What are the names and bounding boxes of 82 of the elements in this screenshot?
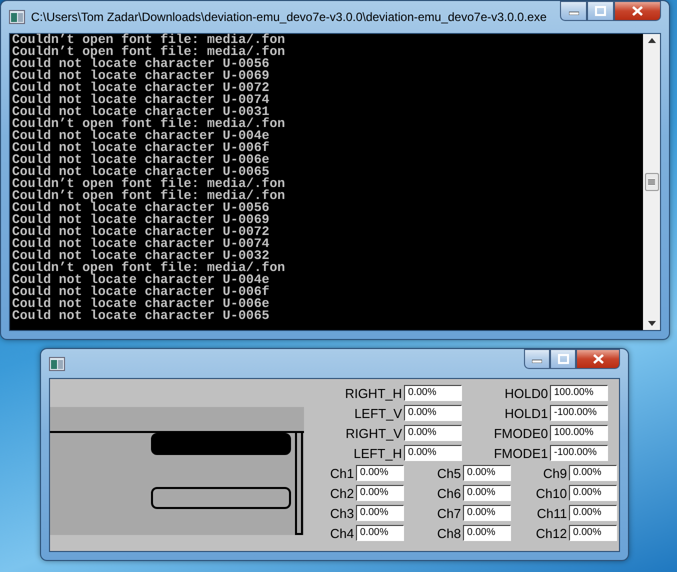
channel-label: LEFT_H (352, 446, 403, 460)
console-line: Could not locate character U-006e (12, 154, 270, 166)
value-field[interactable]: -100.00% (550, 405, 608, 421)
channel-label: Ch3 (329, 506, 355, 520)
value-field[interactable]: 0.00% (569, 525, 617, 541)
window-icon (49, 356, 65, 370)
channel-label: RIGHT_V (344, 426, 403, 440)
console-line: Couldn’t open font file: media/.fon (12, 34, 286, 46)
value-field[interactable]: 0.00% (463, 485, 511, 501)
value-field[interactable]: 0.00% (463, 525, 511, 541)
value-field[interactable]: 100.00% (550, 425, 608, 441)
console-line: Could not locate character U-0072 (12, 226, 270, 238)
window-icon (9, 10, 25, 24)
console-line: Couldn’t open font file: media/.fon (12, 262, 286, 274)
console-line: Could not locate character U-006f (12, 286, 270, 298)
console-line: Could not locate character U-004e (12, 274, 270, 286)
value-field[interactable]: 0.00% (463, 505, 511, 521)
value-field[interactable]: 0.00% (569, 465, 617, 481)
channel-label: Ch8 (436, 526, 462, 540)
maximize-button[interactable] (550, 349, 576, 369)
console-line: Could not locate character U-0072 (12, 82, 270, 94)
channel-label: LEFT_V (353, 406, 403, 420)
value-field[interactable]: 0.00% (356, 525, 404, 541)
close-button[interactable] (576, 349, 620, 369)
maximize-icon (558, 354, 568, 364)
channel-label: Ch9 (542, 466, 568, 480)
console-line: Could not locate character U-004e (12, 130, 270, 142)
console-line: Could not locate character U-0074 (12, 94, 270, 106)
minimize-button[interactable] (524, 349, 550, 369)
value-field[interactable]: 0.00% (404, 385, 462, 401)
value-field[interactable]: 0.00% (356, 465, 404, 481)
value-field[interactable]: -100.00% (550, 445, 608, 461)
channel-label: Ch12 (534, 526, 568, 540)
grip-icon (648, 178, 655, 186)
console-line: Could not locate character U-0069 (12, 214, 270, 226)
channel-label: Ch10 (534, 486, 568, 500)
channel-label: FMODE1 (492, 446, 549, 460)
console-line: Could not locate character U-006e (12, 298, 270, 310)
console-line: Could not locate character U-0069 (12, 70, 270, 82)
console-line: Could not locate character U-0056 (12, 202, 270, 214)
scroll-thumb[interactable] (644, 173, 658, 191)
value-field[interactable]: 0.00% (463, 465, 511, 481)
channel-label: Ch11 (536, 506, 568, 520)
channel-label: Ch6 (436, 486, 462, 500)
up-arrow-icon (648, 38, 656, 43)
value-field[interactable]: 100.00% (550, 385, 608, 401)
channel-label: Ch1 (329, 466, 355, 480)
maximize-icon (595, 6, 606, 16)
value-field[interactable]: 0.00% (404, 425, 462, 441)
close-icon (592, 354, 604, 364)
value-field[interactable]: 0.00% (569, 505, 617, 521)
console-line: Couldn’t open font file: media/.fon (12, 178, 286, 190)
channel-label: Ch2 (329, 486, 355, 500)
value-field[interactable]: 0.00% (356, 505, 404, 521)
channel-label: Ch4 (329, 526, 355, 540)
channel-label: Ch7 (436, 506, 462, 520)
console-line: Could not locate character U-0065 (12, 310, 270, 322)
channel-label: HOLD1 (504, 406, 549, 420)
channel-label: HOLD0 (504, 386, 549, 400)
console-line: Couldn’t open font file: media/.fon (12, 118, 286, 130)
value-field[interactable]: 0.00% (356, 485, 404, 501)
console-line: Could not locate character U-0031 (12, 106, 270, 118)
channel-label: FMODE0 (492, 426, 549, 440)
window-title: C:\Users\Tom Zadar\Downloads\deviation-emu_devo7e-v3.0.0\deviation-emu_devo7e-v3.0.0.exe (31, 10, 548, 24)
down-arrow-icon (648, 321, 656, 326)
channel-label: RIGHT_H (344, 386, 403, 400)
console-line: Could not locate character U-0074 (12, 238, 270, 250)
value-field[interactable]: 0.00% (404, 445, 462, 461)
maximize-button[interactable] (587, 1, 614, 21)
close-icon (632, 6, 643, 16)
close-button[interactable] (614, 1, 661, 21)
console-line: Could not locate character U-006f (12, 142, 270, 154)
console-line: Could not locate character U-0032 (12, 250, 270, 262)
value-field[interactable]: 0.00% (404, 405, 462, 421)
value-field[interactable]: 0.00% (569, 485, 617, 501)
channel-label: Ch5 (436, 466, 462, 480)
console-line: Could not locate character U-0065 (12, 166, 270, 178)
minimize-button[interactable] (560, 1, 587, 21)
console-line: Couldn’t open font file: media/.fon (12, 46, 286, 58)
scrollbar[interactable] (643, 34, 660, 330)
console-line: Could not locate character U-0056 (12, 58, 270, 70)
console-line: Couldn’t open font file: media/.fon (12, 190, 286, 202)
